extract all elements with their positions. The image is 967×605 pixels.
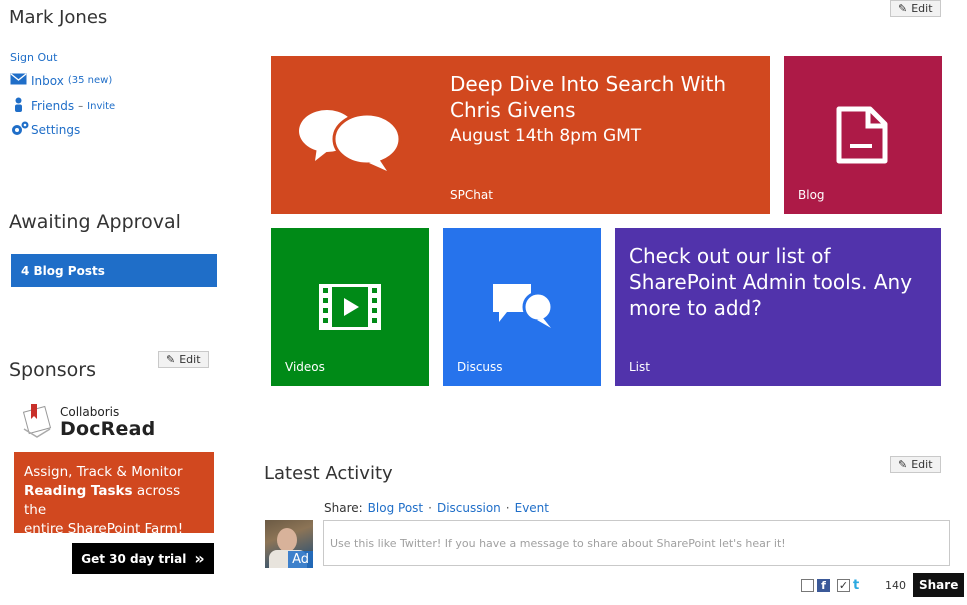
blog-posts-approval-button[interactable]: 4 Blog Posts [11, 254, 217, 287]
trial-label: Get 30 day trial [81, 551, 187, 566]
user-name: Mark Jones [9, 7, 108, 28]
share-input[interactable] [323, 520, 950, 566]
latest-activity-heading: Latest Activity [264, 463, 393, 484]
share-prefix: Share: [324, 501, 363, 515]
separator-dot: · [505, 501, 510, 515]
awaiting-approval-heading: Awaiting Approval [9, 211, 181, 233]
inbox-count: (35 new) [67, 75, 113, 86]
trial-button[interactable]: Get 30 day trial » [72, 543, 214, 574]
gears-icon [10, 121, 30, 139]
sponsor-ad-banner[interactable]: Assign, Track & Monitor Reading Tasks ac… [14, 452, 214, 537]
docread-logo-icon [20, 401, 54, 443]
nav-inbox[interactable]: Inbox (35 new) [10, 73, 112, 88]
facebook-icon: f [817, 578, 830, 592]
invite-link[interactable]: Invite [87, 101, 115, 112]
ad-line1: Assign, Track & Monitor [24, 464, 183, 480]
share-blog-post-link[interactable]: Blog Post [368, 501, 423, 515]
spchat-label: SPChat [450, 188, 493, 202]
avatar-badge: Ad [288, 551, 313, 568]
tile-videos[interactable]: Videos [271, 228, 429, 386]
blog-label: Blog [798, 188, 825, 202]
share-button[interactable]: Share [913, 573, 965, 597]
document-icon [836, 106, 888, 168]
list-headline: Check out our list of SharePoint Admin t… [629, 244, 913, 320]
edit-label: Edit [911, 2, 933, 15]
settings-label: Settings [31, 123, 81, 137]
person-icon [10, 97, 27, 115]
edit-label: Edit [179, 353, 201, 366]
ad-bold: Reading Tasks [24, 483, 133, 499]
sponsor-product: DocRead [60, 418, 156, 440]
film-icon [319, 284, 381, 334]
tile-list[interactable]: Check out our list of SharePoint Admin t… [615, 228, 941, 386]
tile-blog[interactable]: Blog [784, 56, 942, 214]
inbox-label: Inbox [31, 73, 64, 88]
edit-button-activity[interactable]: ✎ Edit [890, 456, 941, 473]
tile-discuss[interactable]: Discuss [443, 228, 601, 386]
share-toolbar: f ✓ t 140 Share [801, 573, 965, 597]
facebook-checkbox[interactable] [801, 578, 814, 592]
share-links: Share: Blog Post · Discussion · Event [324, 501, 549, 515]
discussion-icon [491, 282, 555, 336]
nav-settings[interactable]: Settings [10, 121, 80, 139]
friends-separator: – [78, 100, 84, 112]
videos-label: Videos [285, 360, 325, 374]
twitter-icon: t [853, 577, 860, 593]
edit-button-sponsors[interactable]: ✎ Edit [158, 351, 209, 368]
nav-friends[interactable]: Friends – Invite [10, 97, 115, 115]
friends-label: Friends [31, 99, 75, 113]
sponsors-heading: Sponsors [9, 359, 97, 381]
avatar-face [277, 528, 297, 552]
twitter-checkbox[interactable]: ✓ [837, 578, 850, 592]
avatar: Ad [265, 520, 313, 568]
pencil-icon: ✎ [898, 458, 908, 471]
envelope-icon [10, 73, 27, 88]
pencil-icon: ✎ [898, 2, 908, 15]
list-label: List [629, 360, 650, 374]
share-event-link[interactable]: Event [515, 501, 549, 515]
share-discussion-link[interactable]: Discussion [437, 501, 501, 515]
sponsor-company: Collaboris [60, 405, 120, 419]
chat-bubbles-icon [297, 109, 405, 177]
ad-line3: entire SharePoint Farm! [24, 521, 184, 537]
pencil-icon: ✎ [166, 353, 176, 366]
double-chevron-icon: » [194, 549, 205, 568]
character-count: 140 [885, 578, 906, 592]
edit-button-top[interactable]: ✎ Edit [890, 0, 941, 17]
edit-label: Edit [911, 458, 933, 471]
spchat-headline: Deep Dive Into Search With Chris Givens [450, 72, 727, 122]
discuss-label: Discuss [457, 360, 503, 374]
separator-dot: · [428, 501, 432, 515]
sponsor-logo[interactable]: Collaboris DocRead [20, 401, 220, 443]
sign-out-link[interactable]: Sign Out [10, 51, 57, 64]
spchat-subline: August 14th 8pm GMT [450, 126, 642, 146]
tile-spchat[interactable]: Deep Dive Into Search With Chris Givens … [271, 56, 770, 214]
